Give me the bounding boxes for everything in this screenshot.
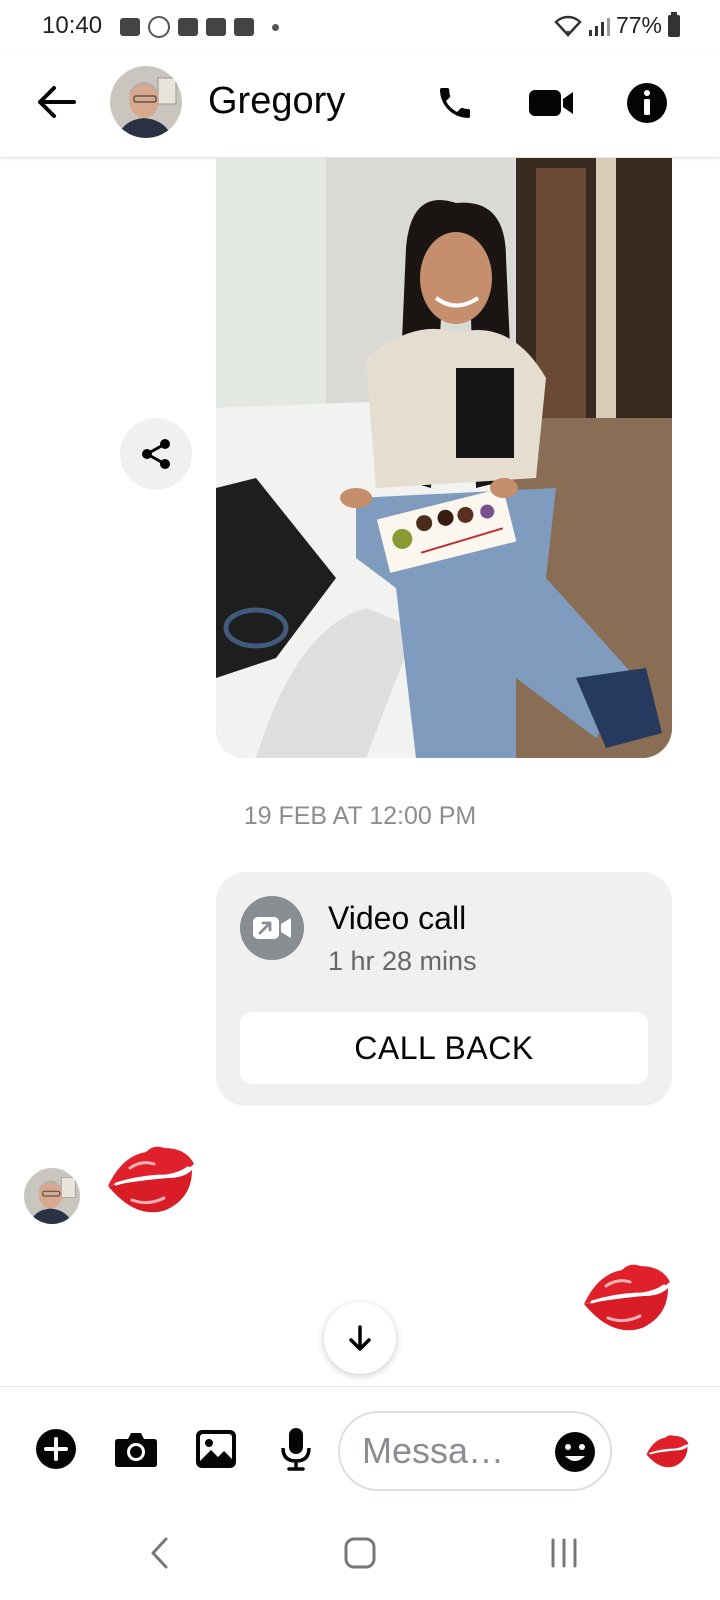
emoji-icon[interactable] [554,1431,596,1473]
nav-home-button[interactable] [330,1528,390,1578]
call-icon-badge [240,896,304,960]
video-camera-icon [529,90,573,116]
recents-icon [551,1538,577,1568]
call-back-button[interactable]: CALL BACK [240,1012,648,1084]
missed-video-call-icon [253,917,291,939]
kiss-send-icon[interactable] [642,1429,692,1473]
kiss-emoji[interactable] [102,1134,198,1224]
chevron-left-icon [151,1537,168,1569]
conversation-info-button[interactable] [622,78,672,128]
back-arrow-icon [38,86,76,118]
status-bar: 10:40 77% [0,0,720,52]
message-input[interactable] [362,1429,542,1473]
system-navigation-bar [0,1506,720,1600]
camera-icon [115,1433,157,1467]
nav-back-button[interactable] [130,1528,190,1578]
share-button[interactable] [120,418,192,490]
message-timestamp: 19 FEB AT 12:00 PM [0,802,720,831]
shared-photo [216,158,672,758]
image-icon [196,1430,236,1468]
signal-icon [588,17,610,36]
share-icon [142,439,170,469]
message-field[interactable] [338,1411,612,1491]
gallery-button[interactable] [192,1425,240,1473]
contact-avatar[interactable] [110,66,182,138]
back-button[interactable] [32,78,80,126]
youtube-icon [234,18,254,36]
photo-message[interactable] [216,158,672,758]
video-call-button[interactable] [526,78,576,128]
call-duration: 1 hr 28 mins [328,946,477,976]
more-dot-icon [272,23,279,31]
system-status: 77% [554,11,680,39]
home-square-icon [344,1537,376,1569]
video-call-card[interactable]: Video call 1 hr 28 mins CALL BACK [216,872,672,1106]
wifi-icon [554,15,582,37]
battery-icon [668,11,680,37]
avatar-photo [110,66,182,138]
tiktok-icon [148,16,170,38]
status-time: 10:40 [42,12,103,39]
conversation-header: Gregory [0,52,720,158]
folder-icon [178,18,198,36]
voice-clip-button[interactable] [272,1425,320,1473]
arrow-down-icon [349,1325,371,1351]
battery-percent: 77% [615,12,662,38]
kiss-emoji[interactable] [578,1252,674,1342]
call-title: Video call [328,900,467,936]
microphone-icon [281,1428,311,1471]
timestamp-text: 19 FEB AT 12:00 PM [243,802,477,830]
more-actions-button[interactable] [32,1425,80,1473]
scroll-to-bottom-button[interactable] [324,1302,396,1374]
avatar-photo [24,1168,80,1224]
nav-recents-button[interactable] [534,1528,594,1578]
plus-circle-icon [36,1429,76,1469]
info-icon [627,83,667,123]
sender-avatar[interactable] [24,1168,80,1224]
youtube-icon [206,18,226,36]
phone-icon [440,88,470,118]
notification-icons [120,16,279,38]
shop-icon [120,18,140,36]
message-composer [0,1386,720,1506]
camera-button[interactable] [112,1425,160,1473]
audio-call-button[interactable] [430,78,480,128]
contact-name[interactable]: Gregory [208,80,345,123]
